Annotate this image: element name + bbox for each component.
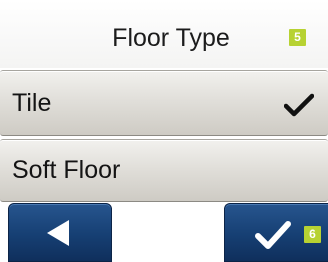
step-badge: 5: [289, 29, 306, 46]
checkmark-icon: [255, 221, 291, 249]
option-label: Tile: [12, 89, 52, 117]
checkmark-icon: [284, 93, 314, 117]
option-tile[interactable]: Tile: [0, 70, 328, 136]
back-button[interactable]: [8, 203, 112, 262]
triangle-left-icon: [47, 220, 69, 246]
confirm-button[interactable]: 6: [224, 203, 328, 262]
option-soft-floor[interactable]: Soft Floor: [0, 139, 328, 202]
header: Floor Type 5: [0, 0, 328, 68]
floor-type-screen: Floor Type 5 Tile Soft Floor 6: [0, 0, 328, 262]
option-label: Soft Floor: [12, 156, 121, 184]
next-step-badge: 6: [304, 226, 321, 243]
page-title: Floor Type: [112, 24, 230, 52]
